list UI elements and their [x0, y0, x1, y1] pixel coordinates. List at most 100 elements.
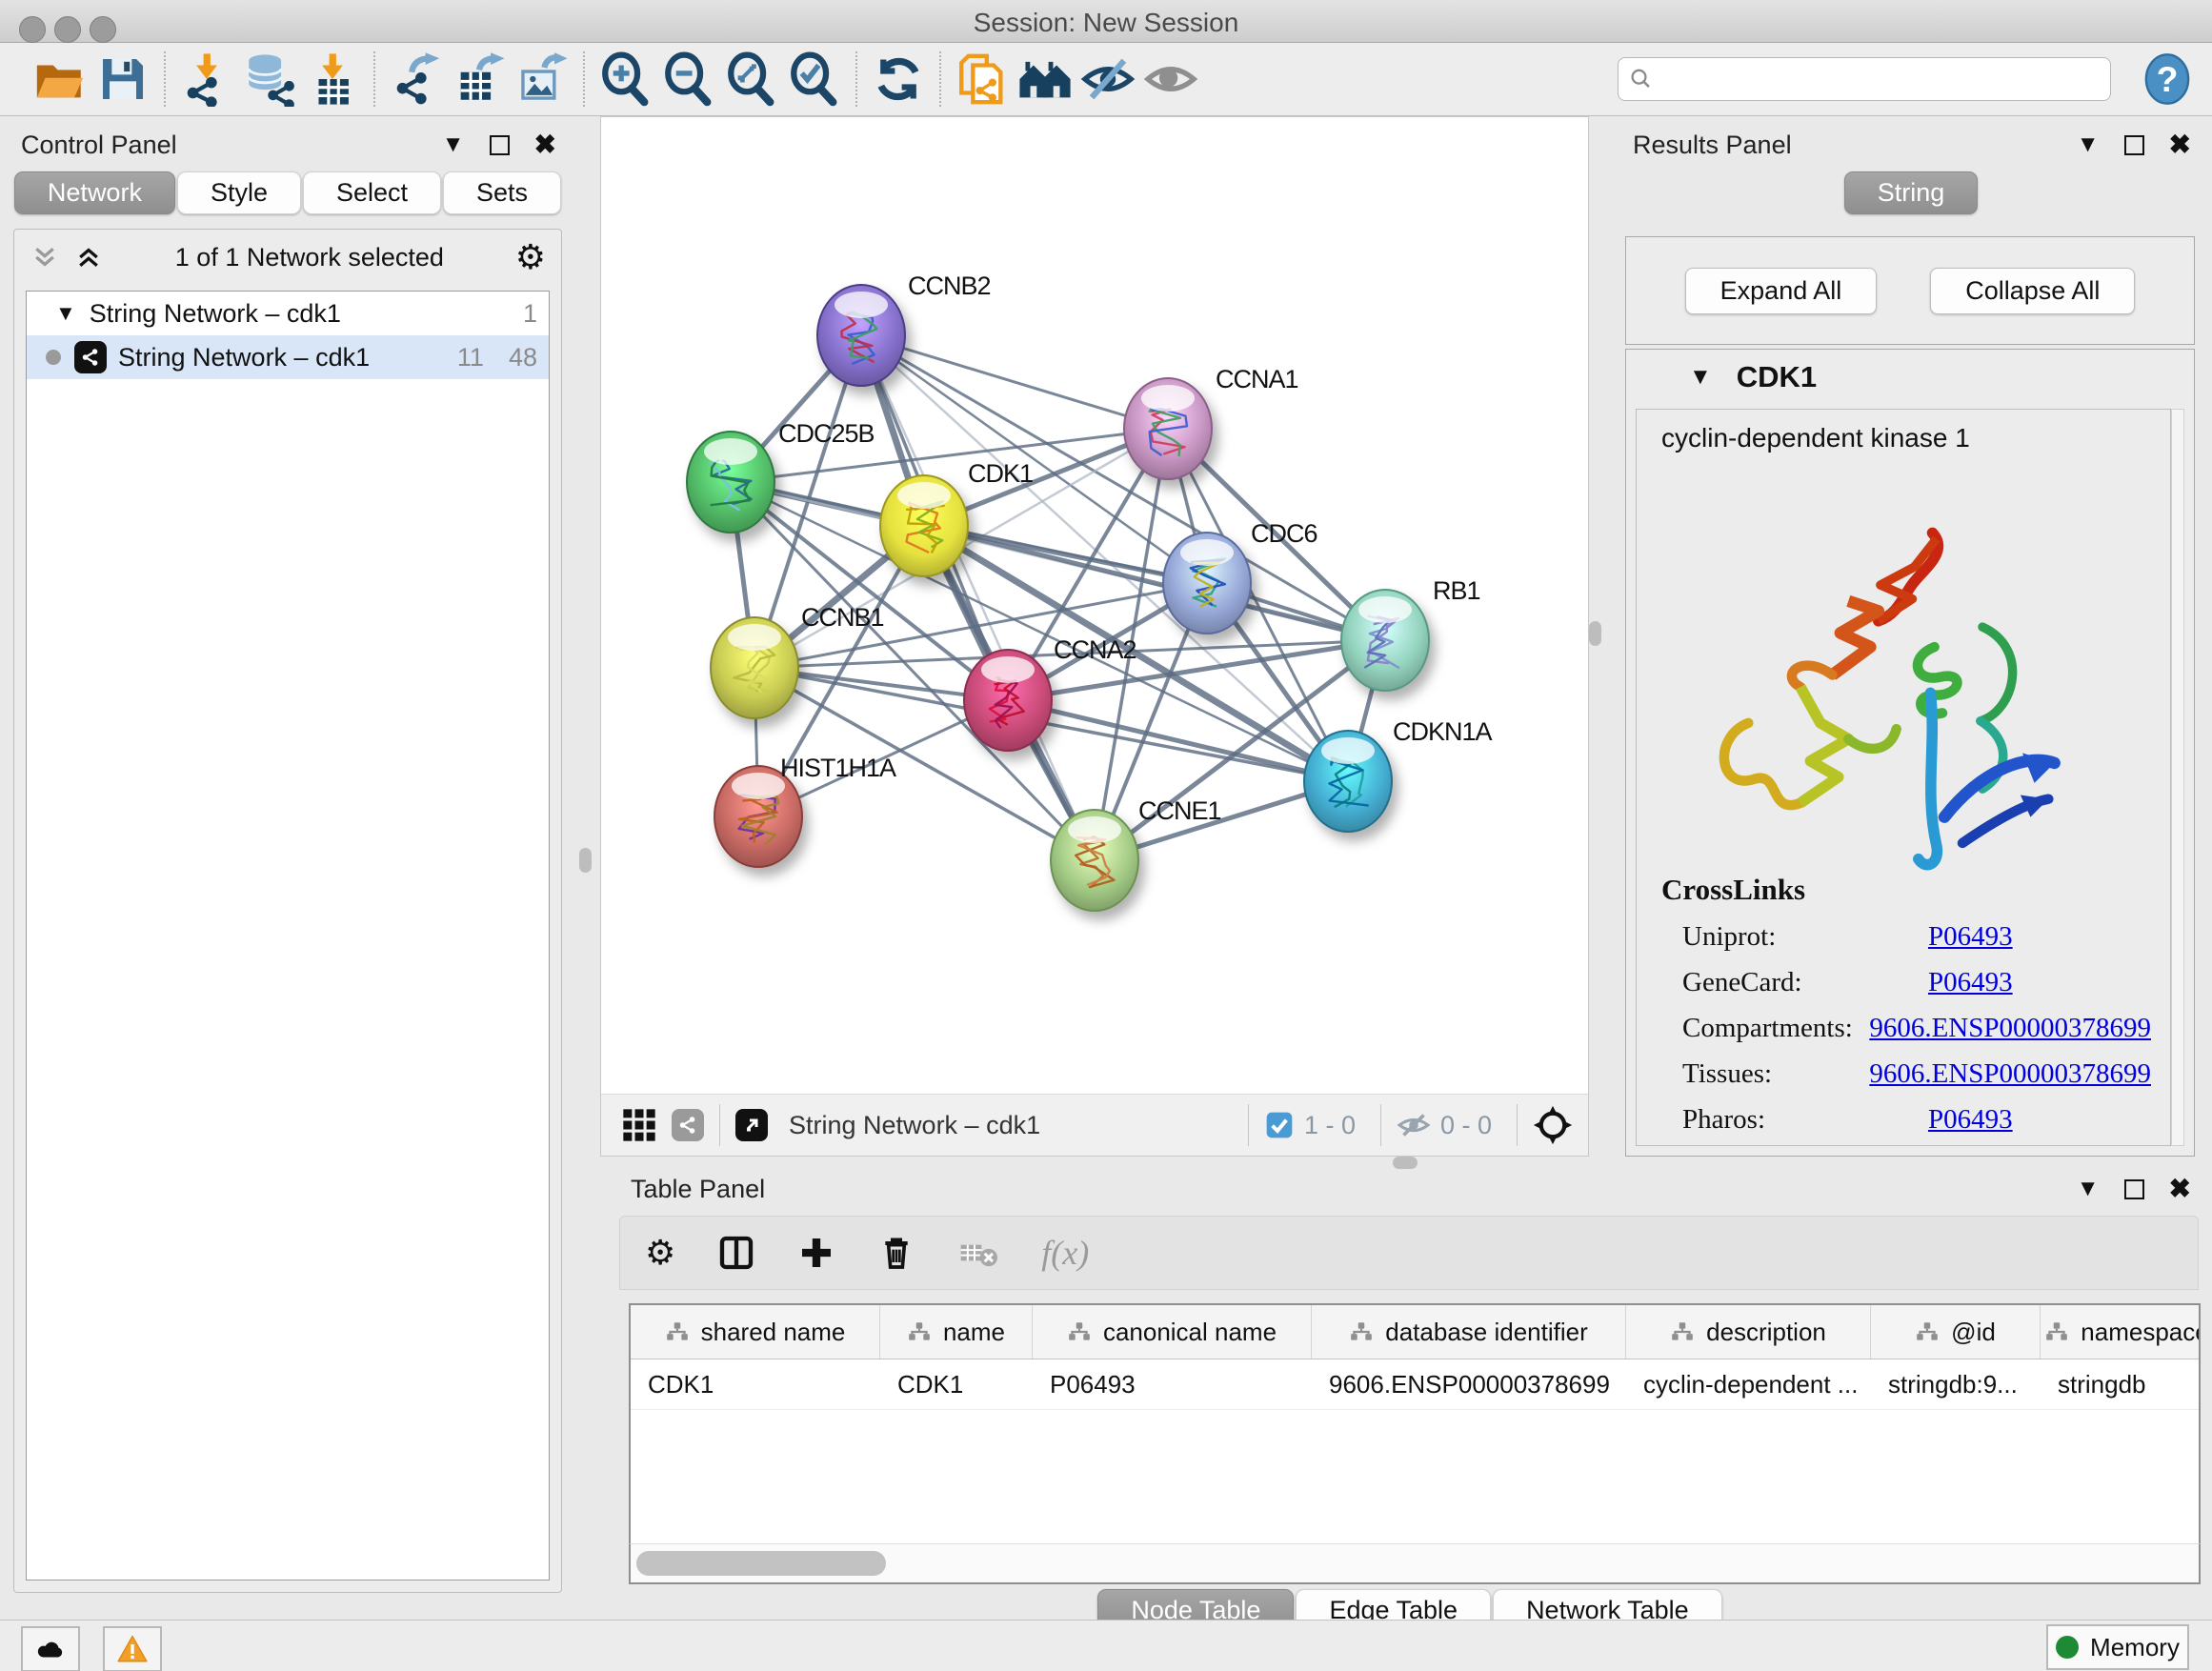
bottom-splitter-handle[interactable] [1393, 1157, 1418, 1169]
hide-selected-button[interactable] [1076, 50, 1139, 108]
collection-expand-icon[interactable]: ▼ [55, 301, 76, 326]
table-cell: cyclin-dependent ... [1626, 1359, 1871, 1409]
node-CDK1[interactable]: CDK1 [880, 459, 1033, 576]
protein-structure-image [1682, 514, 2082, 896]
birds-eye-view-icon[interactable] [620, 1106, 658, 1144]
scrollbar-thumb[interactable] [636, 1551, 886, 1576]
tab-string[interactable]: String [1844, 171, 1979, 214]
network-row[interactable]: String Network – cdk1 11 48 [27, 335, 549, 379]
node-RB1[interactable]: RB1 [1341, 576, 1480, 691]
open-in-new-window-button[interactable] [735, 1109, 768, 1141]
zoom-in-button[interactable] [594, 50, 657, 108]
node-CCNB1[interactable]: CCNB1 [711, 603, 884, 718]
float-panel-icon[interactable] [2124, 1179, 2144, 1199]
network-view-footer: String Network – cdk1 1 - 0 0 - 0 [600, 1094, 1589, 1157]
center-view-crosshair-icon[interactable] [1533, 1105, 1573, 1145]
tab-sets[interactable]: Sets [443, 171, 561, 214]
column-header-description[interactable]: description [1626, 1305, 1871, 1359]
show-columns-icon[interactable] [717, 1234, 755, 1272]
delete-column-icon[interactable] [877, 1234, 915, 1272]
crosslink-value-link[interactable]: P06493 [1928, 967, 2013, 998]
import-table-button[interactable] [301, 50, 364, 108]
tab-network[interactable]: Network [14, 171, 175, 214]
selected-checkbox-icon[interactable] [1264, 1110, 1295, 1140]
collapse-all-button[interactable]: Collapse All [1930, 268, 2135, 314]
node-HIST1H1A[interactable]: HIST1H1A [714, 754, 896, 867]
panel-menu-icon[interactable]: ▼ [442, 133, 465, 156]
expand-all-icon[interactable] [73, 243, 104, 272]
formula-builder-button[interactable]: f(x) [1041, 1233, 1089, 1273]
delete-table-icon[interactable] [957, 1234, 999, 1272]
column-header-database-identifier[interactable]: database identifier [1312, 1305, 1626, 1359]
table-options-gear-icon[interactable]: ⚙ [645, 1236, 675, 1270]
zoom-selected-button[interactable] [783, 50, 846, 108]
node-label-CCNE1: CCNE1 [1138, 796, 1221, 825]
close-panel-icon[interactable]: ✖ [534, 131, 556, 158]
network-options-gear-icon[interactable]: ⚙ [515, 240, 546, 274]
export-network-button[interactable] [385, 50, 448, 108]
panel-menu-icon[interactable]: ▼ [2077, 1178, 2100, 1200]
table-horizontal-scrollbar[interactable] [629, 1543, 2201, 1584]
tab-select[interactable]: Select [303, 171, 441, 214]
node-gloss [704, 438, 757, 465]
close-panel-icon[interactable]: ✖ [2169, 131, 2191, 158]
network-collection-row[interactable]: ▼ String Network – cdk1 1 [27, 292, 549, 335]
toolbar-separator [583, 51, 585, 107]
node-CDKN1A[interactable]: CDKN1A [1304, 717, 1493, 832]
crosslink-value-link[interactable]: P06493 [1928, 921, 2013, 953]
column-header-namespace[interactable]: namespace [2041, 1305, 2201, 1359]
zoom-fit-button[interactable] [720, 50, 783, 108]
search-input[interactable] [1662, 64, 2101, 95]
column-header-label: namespace [2081, 1318, 2201, 1347]
table-row[interactable]: CDK1CDK1P064939606.ENSP00000378699cyclin… [631, 1359, 2199, 1410]
node-CCNA1[interactable]: CCNA1 [1124, 365, 1298, 479]
right-splitter-handle[interactable] [1589, 621, 1601, 646]
show-all-button[interactable] [1139, 50, 1202, 108]
gene-collapse-icon[interactable]: ▼ [1689, 364, 1712, 391]
import-network-file-button[interactable] [175, 50, 238, 108]
save-session-button[interactable] [91, 50, 154, 108]
crosslink-value-link[interactable]: 9606.ENSP00000378699 [1869, 1013, 2151, 1044]
close-panel-icon[interactable]: ✖ [2169, 1176, 2191, 1202]
column-header--id[interactable]: @id [1871, 1305, 2041, 1359]
hidden-eye-slash-icon[interactable] [1397, 1108, 1431, 1142]
help-button[interactable]: ? [2136, 50, 2199, 108]
collapse-all-icon[interactable] [30, 243, 60, 272]
column-header-canonical-name[interactable]: canonical name [1033, 1305, 1312, 1359]
export-network-icon [389, 51, 444, 107]
gene-panel-scrollbar[interactable] [2171, 409, 2184, 1146]
left-splitter-handle[interactable] [579, 848, 592, 873]
expand-all-button[interactable]: Expand All [1685, 268, 1878, 314]
node-CCNB2[interactable]: CCNB2 [817, 272, 991, 386]
column-header-name[interactable]: name [880, 1305, 1033, 1359]
gene-description: cyclin-dependent kinase 1 [1637, 410, 2170, 453]
export-image-button[interactable] [511, 50, 573, 108]
tab-style[interactable]: Style [177, 171, 301, 214]
memory-button[interactable]: Memory [2046, 1624, 2189, 1670]
export-table-button[interactable] [448, 50, 511, 108]
edge-CCNB2-CCNA1[interactable] [861, 335, 1168, 429]
search-field[interactable] [1618, 57, 2111, 101]
float-panel-icon[interactable] [490, 135, 510, 155]
network-canvas[interactable]: CCNB2CCNA1CDC25BCDK1CDC6RB1CCNB1CCNA2CDK… [600, 116, 1589, 1096]
float-panel-icon[interactable] [2124, 135, 2144, 155]
table-cell: P06493 [1033, 1359, 1312, 1409]
cloud-status-button[interactable] [21, 1626, 80, 1671]
node-CCNE1[interactable]: CCNE1 [1051, 796, 1221, 911]
crosslink-value-link[interactable]: 9606.ENSP00000378699 [1869, 1058, 2151, 1090]
first-neighbors-button[interactable] [1014, 50, 1076, 108]
zoom-out-button[interactable] [657, 50, 720, 108]
selected-node-edge-counts: 1 - 0 [1304, 1111, 1356, 1140]
edge-CCNB2-CCNE1[interactable] [861, 335, 1095, 860]
crosslink-value-link[interactable]: P06493 [1928, 1104, 2013, 1136]
network-label: String Network – cdk1 [118, 343, 370, 372]
add-column-icon[interactable] [797, 1234, 835, 1272]
duplicate-network-button[interactable] [951, 50, 1014, 108]
apply-layout-button[interactable] [867, 50, 930, 108]
import-network-from-database-button[interactable] [238, 50, 301, 108]
panel-menu-icon[interactable]: ▼ [2077, 133, 2100, 156]
footer-separator [719, 1104, 720, 1146]
open-session-button[interactable] [29, 50, 91, 108]
warnings-button[interactable] [103, 1626, 162, 1671]
column-header-shared-name[interactable]: shared name [631, 1305, 880, 1359]
